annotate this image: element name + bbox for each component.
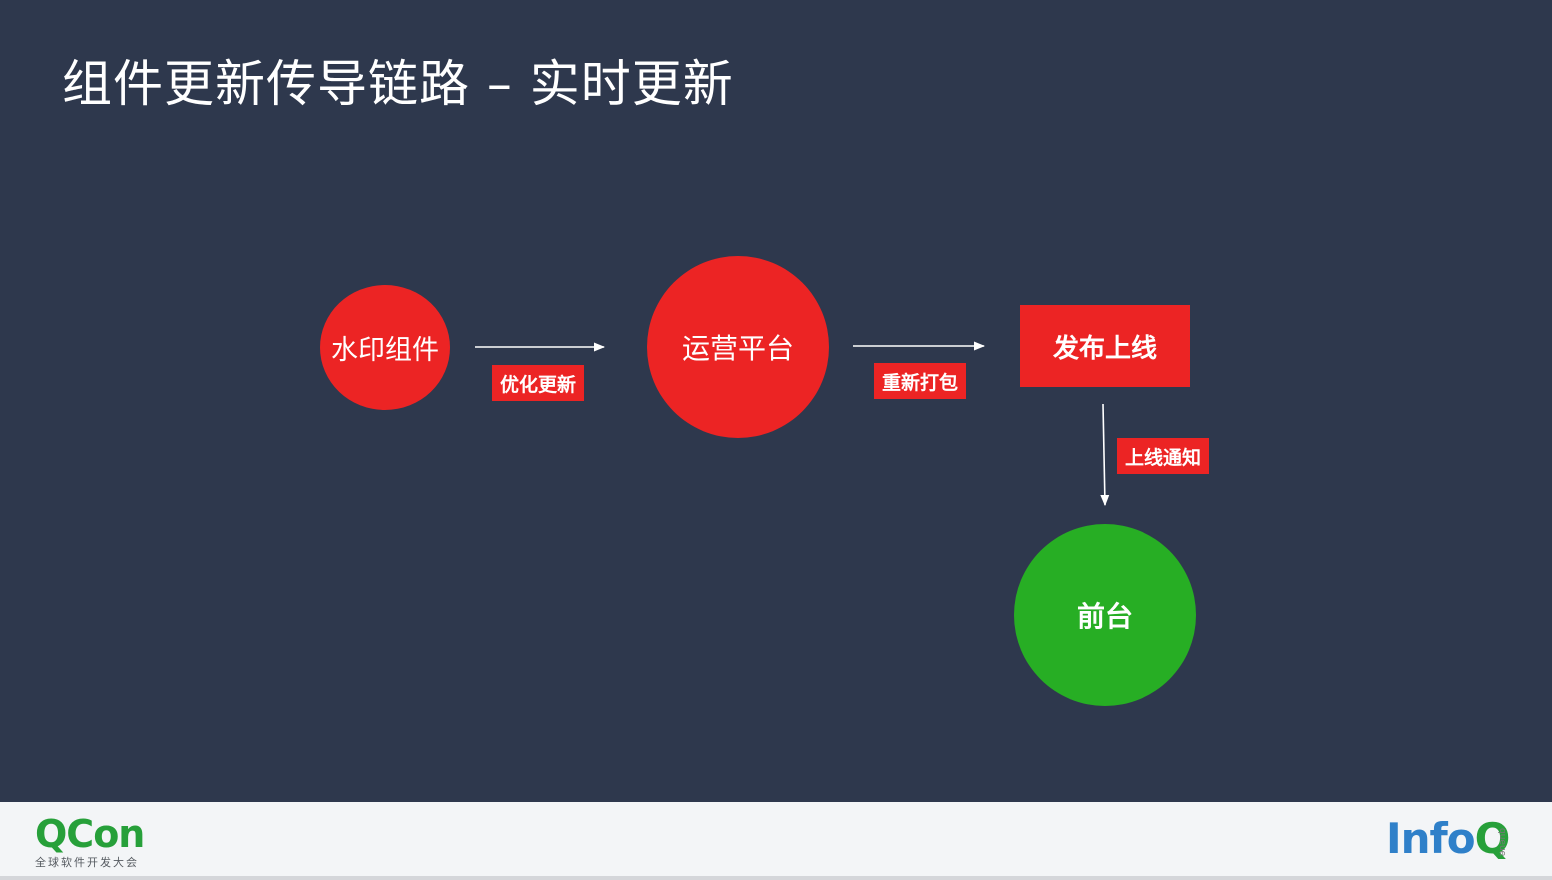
infoq-cue-text: queue — [1497, 828, 1507, 857]
qcon-tagline: 全球软件开发大会 — [35, 856, 139, 869]
node-frontend: 前台 — [1014, 524, 1196, 706]
node-publish-label: 发布上线 — [1052, 333, 1157, 364]
node-ops-platform-label: 运营平台 — [681, 332, 794, 365]
edge-label-repack: 重新打包 — [874, 363, 966, 399]
footer-bar: QCon 全球软件开发大会 — [0, 802, 1552, 880]
node-frontend-label: 前台 — [1076, 600, 1133, 633]
arrow-notify — [1100, 403, 1110, 507]
qcon-logo: QCon 全球软件开发大会 — [35, 812, 145, 870]
edge-label-notify: 上线通知 — [1117, 438, 1209, 474]
node-watermark-component: 水印组件 — [320, 285, 450, 410]
arrows-layer — [475, 341, 1110, 507]
node-ops-platform: 运营平台 — [647, 256, 829, 438]
infoq-logo: InfoQ — [1386, 814, 1510, 863]
node-watermark-label: 水印组件 — [331, 335, 439, 366]
slide: 组件更新传导链路 – 实时更新 水印组件 运营平台 发布上线 前台 优化更新 重… — [0, 0, 1552, 880]
node-publish-online: 发布上线 — [1020, 305, 1190, 387]
qcon-logo-word: QCon — [35, 812, 145, 856]
edge-label-optimize: 优化更新 — [492, 365, 584, 401]
infoq-logo-main: Info — [1386, 814, 1476, 863]
